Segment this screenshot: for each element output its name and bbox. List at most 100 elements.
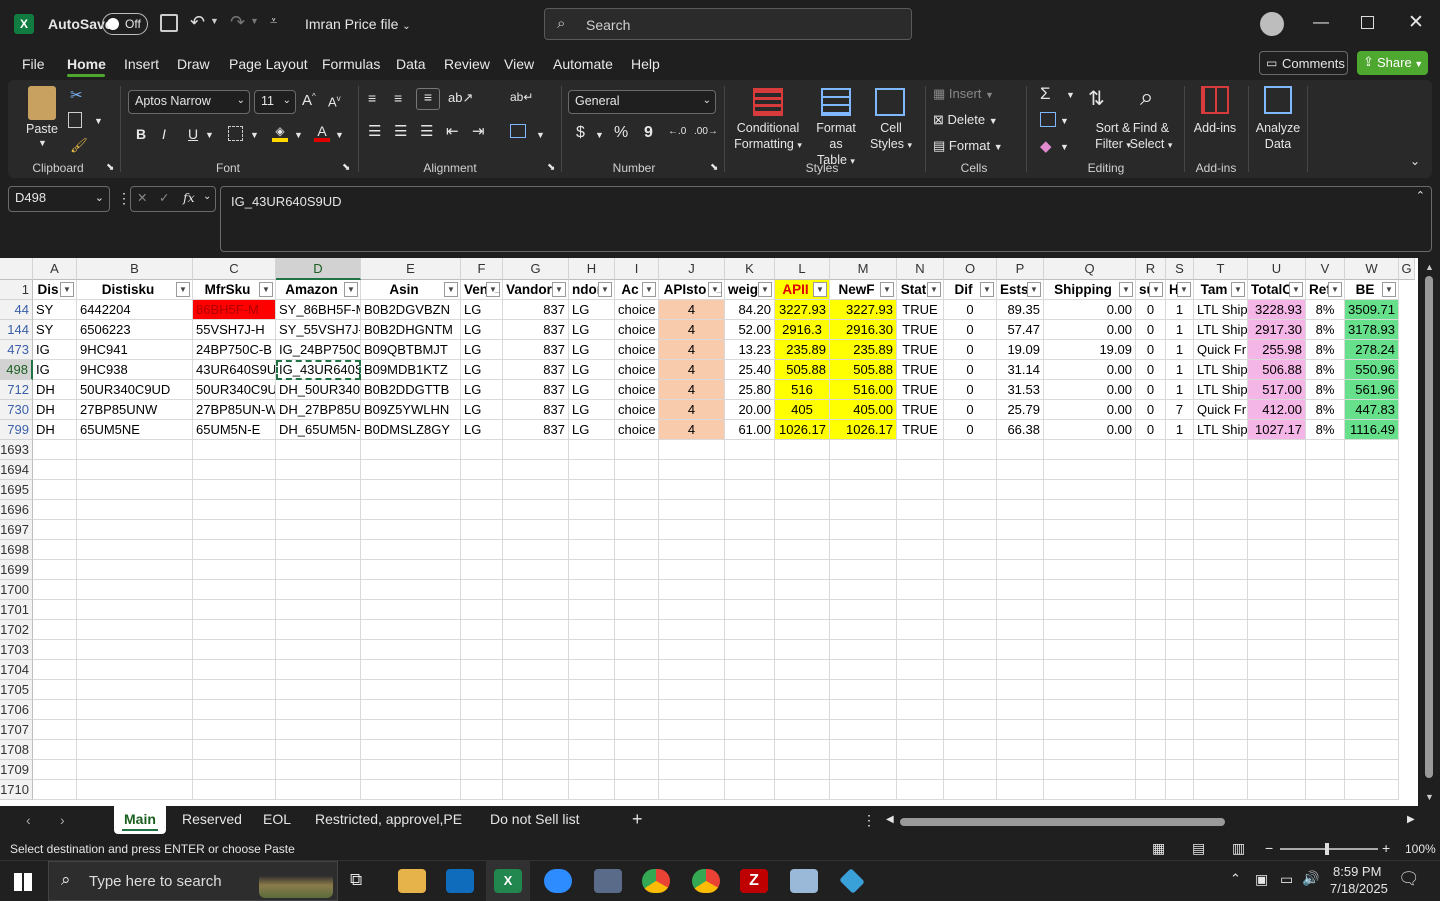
table-cell[interactable]: [1166, 580, 1194, 600]
table-cell[interactable]: [615, 680, 659, 700]
table-cell[interactable]: [1248, 460, 1306, 480]
table-cell[interactable]: [1248, 440, 1306, 460]
table-cell[interactable]: [276, 740, 361, 760]
row-header[interactable]: 1697: [0, 520, 33, 540]
table-cell[interactable]: 0.00: [1044, 420, 1136, 440]
format-cells-button[interactable]: ▤ Format ▼: [933, 138, 1003, 154]
table-cell[interactable]: [1194, 480, 1248, 500]
table-cell[interactable]: choice: [615, 300, 659, 320]
table-cell[interactable]: [725, 460, 775, 480]
table-cell[interactable]: 27BP85UN-W: [193, 400, 276, 420]
table-cell[interactable]: 3509.71: [1345, 300, 1399, 320]
table-cell[interactable]: 2916.30: [830, 320, 897, 340]
table-cell[interactable]: 505.88: [775, 360, 830, 380]
table-cell[interactable]: [830, 740, 897, 760]
table-cell[interactable]: [897, 660, 944, 680]
table-cell[interactable]: 837: [503, 420, 569, 440]
table-cell[interactable]: [997, 700, 1044, 720]
table-cell[interactable]: [193, 520, 276, 540]
table-cell[interactable]: [77, 600, 193, 620]
table-cell[interactable]: 43UR640S9UD: [193, 360, 276, 380]
cut-icon[interactable]: ✂: [70, 86, 83, 104]
filter-header-cell[interactable]: TotalC ▼: [1248, 280, 1306, 300]
table-cell[interactable]: [461, 460, 503, 480]
table-cell[interactable]: LG: [569, 420, 615, 440]
increase-font-icon[interactable]: A^: [302, 92, 316, 109]
table-cell[interactable]: [830, 760, 897, 780]
table-cell[interactable]: [725, 680, 775, 700]
table-cell[interactable]: [997, 540, 1044, 560]
clock-date[interactable]: 7/18/2025: [1330, 881, 1388, 896]
table-cell[interactable]: [775, 640, 830, 660]
page-layout-view-icon[interactable]: ▤: [1192, 840, 1205, 857]
comma-button[interactable]: 9: [644, 124, 653, 142]
spreadsheet-grid[interactable]: A B C D E F G H I J K L M N O P Q R S T U V W G 1 Dis ▼ Distisku ▼ Mf…: [0, 258, 1440, 806]
fill-color-icon[interactable]: ◈: [272, 124, 288, 142]
table-cell[interactable]: 837: [503, 300, 569, 320]
row-header[interactable]: 1696: [0, 500, 33, 520]
table-cell[interactable]: [503, 520, 569, 540]
table-cell[interactable]: [569, 440, 615, 460]
table-cell[interactable]: [775, 780, 830, 800]
borders-dropdown-icon[interactable]: ▼: [250, 130, 259, 140]
table-cell[interactable]: 65UM5N-E: [193, 420, 276, 440]
table-cell[interactable]: TRUE: [897, 400, 944, 420]
table-cell[interactable]: [725, 520, 775, 540]
table-cell[interactable]: [77, 680, 193, 700]
table-cell[interactable]: [1194, 580, 1248, 600]
table-cell[interactable]: [997, 460, 1044, 480]
alignment-launcher-icon[interactable]: ⬊: [547, 162, 555, 173]
table-cell[interactable]: 0: [944, 400, 997, 420]
avatar[interactable]: [1260, 12, 1284, 36]
table-cell[interactable]: [33, 660, 77, 680]
table-cell[interactable]: LG: [569, 340, 615, 360]
task-view-icon[interactable]: ⧉: [350, 870, 362, 890]
table-cell[interactable]: [1166, 680, 1194, 700]
notes-app-icon[interactable]: [790, 869, 818, 893]
taskbar-search[interactable]: ⌕ Type here to search: [48, 861, 338, 901]
table-cell[interactable]: [897, 480, 944, 500]
prev-sheet-icon[interactable]: ‹: [26, 812, 31, 828]
table-cell[interactable]: B0B2DDGTTB: [361, 380, 461, 400]
table-cell[interactable]: [897, 600, 944, 620]
table-cell[interactable]: [1166, 660, 1194, 680]
decrease-font-icon[interactable]: Av: [328, 94, 341, 109]
column-header-o[interactable]: O: [944, 258, 997, 280]
table-cell[interactable]: [1248, 740, 1306, 760]
table-cell[interactable]: [1166, 700, 1194, 720]
column-header-n[interactable]: N: [897, 258, 944, 280]
table-cell[interactable]: [659, 540, 725, 560]
table-cell[interactable]: [361, 560, 461, 580]
zoom-app-icon[interactable]: [544, 869, 572, 893]
table-cell[interactable]: LTL Ship: [1194, 380, 1248, 400]
table-cell[interactable]: [569, 460, 615, 480]
table-cell[interactable]: [361, 660, 461, 680]
table-cell[interactable]: [997, 620, 1044, 640]
table-cell[interactable]: [569, 660, 615, 680]
row-header[interactable]: 1694: [0, 460, 33, 480]
table-cell[interactable]: [997, 520, 1044, 540]
table-cell[interactable]: [1044, 620, 1136, 640]
table-cell[interactable]: [193, 660, 276, 680]
table-cell[interactable]: [830, 620, 897, 640]
filter-dropdown-icon[interactable]: ▼: [813, 282, 827, 297]
column-header-v[interactable]: V: [1306, 258, 1345, 280]
table-cell[interactable]: 0: [1136, 380, 1166, 400]
column-header-m[interactable]: M: [830, 258, 897, 280]
table-cell[interactable]: 50UR340C9UD: [193, 380, 276, 400]
table-cell[interactable]: [193, 760, 276, 780]
table-cell[interactable]: [1345, 720, 1399, 740]
table-cell[interactable]: 24BP750C-B: [193, 340, 276, 360]
filter-header-cell[interactable]: Ac ▼: [615, 280, 659, 300]
table-cell[interactable]: [193, 740, 276, 760]
table-cell[interactable]: [461, 480, 503, 500]
row-header[interactable]: 1704: [0, 660, 33, 680]
table-cell[interactable]: SY: [33, 300, 77, 320]
table-cell[interactable]: LG: [461, 320, 503, 340]
table-cell[interactable]: [1136, 740, 1166, 760]
scroll-up-icon[interactable]: ▲: [1422, 260, 1438, 274]
table-cell[interactable]: [725, 580, 775, 600]
row-header[interactable]: 1701: [0, 600, 33, 620]
table-cell[interactable]: 2916.3: [775, 320, 830, 340]
zoom-slider-thumb[interactable]: [1325, 843, 1329, 855]
